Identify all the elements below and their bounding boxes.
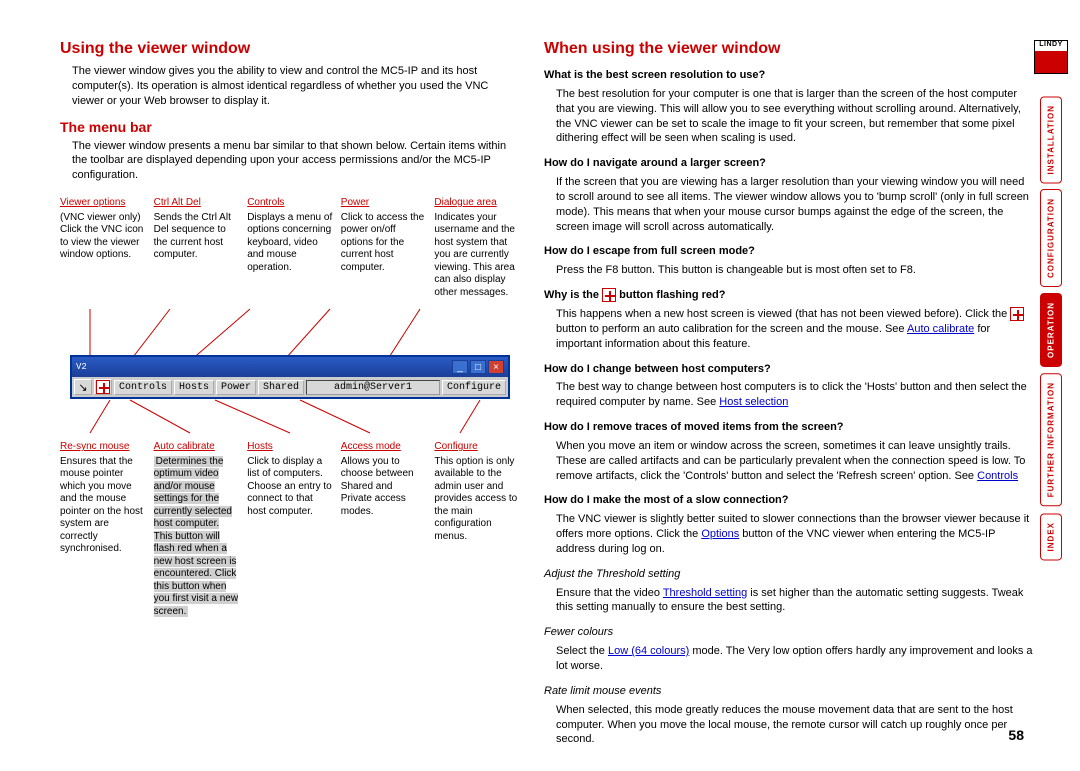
callout: Auto calibrateDetermines the optimum vid…: [154, 441, 240, 618]
close-icon[interactable]: ×: [488, 360, 504, 374]
vnc-icon: V2: [76, 362, 87, 372]
faq-question: How do I escape from full screen mode?: [544, 244, 1034, 259]
para-using: The viewer window gives you the ability …: [60, 64, 520, 109]
auto-calibrate-icon[interactable]: [94, 379, 112, 395]
faq-question: Why is the button flashing red?: [544, 288, 1034, 303]
resync-mouse-icon[interactable]: ↘: [74, 379, 92, 395]
callout-link[interactable]: Access mode: [341, 441, 427, 454]
sub-text: Select the Low (64 colours) mode. The Ve…: [544, 644, 1034, 674]
faq-question: How do I make the most of a slow connect…: [544, 493, 1034, 508]
faq-question: How do I navigate around a larger screen…: [544, 156, 1034, 171]
heading-using: Using the viewer window: [60, 40, 520, 58]
callouts-top: Viewer options(VNC viewer only) Click th…: [60, 197, 520, 299]
callout-link[interactable]: Auto calibrate: [154, 441, 240, 454]
callouts-bottom: Re-sync mouseEnsures that the mouse poin…: [60, 441, 520, 618]
sub-heading: Adjust the Threshold setting: [544, 567, 1034, 582]
faq-answer: This happens when a new host screen is v…: [544, 307, 1034, 352]
toolbar-row: ↘ Controls Hosts Power Shared admin@Serv…: [72, 377, 508, 397]
callout-link[interactable]: Viewer options: [60, 197, 146, 210]
callout: Ctrl Alt DelSends the Ctrl Alt Del seque…: [154, 197, 240, 299]
calibrate-icon: [1010, 307, 1024, 321]
callout: PowerClick to access the power on/off op…: [341, 197, 427, 299]
inline-link[interactable]: Options: [701, 528, 739, 540]
faq-answer: Press the F8 button. This button is chan…: [544, 263, 1034, 278]
inline-link[interactable]: Threshold setting: [663, 587, 747, 599]
calibrate-icon: [602, 288, 616, 302]
viewer-toolbar: V2 _ □ × ↘ Controls Hosts Power Shared a…: [70, 355, 510, 399]
toolbar-diagram: V2 _ □ × ↘ Controls Hosts Power Shared a…: [60, 305, 520, 435]
sub-text: When selected, this mode greatly reduces…: [544, 703, 1034, 748]
sub-text: Ensure that the video Threshold setting …: [544, 586, 1034, 616]
faq-answer: The best way to change between host comp…: [544, 380, 1034, 410]
callout: ConfigureThis option is only available t…: [434, 441, 520, 618]
nav-tab-operation[interactable]: OPERATION: [1040, 293, 1062, 367]
sidebar-nav: LINDY INSTALLATION CONFIGURATION OPERATION…: [1034, 40, 1068, 566]
callout: Re-sync mouseEnsures that the mouse poin…: [60, 441, 146, 618]
access-mode-button[interactable]: Shared: [258, 380, 304, 395]
callout: Access modeAllows you to choose between …: [341, 441, 427, 618]
power-button[interactable]: Power: [216, 380, 256, 395]
hosts-button[interactable]: Hosts: [174, 380, 214, 395]
callout: ControlsDisplays a menu of options conce…: [247, 197, 333, 299]
nav-tab-further-information[interactable]: FURTHER INFORMATION: [1040, 373, 1062, 506]
nav-tab-configuration[interactable]: CONFIGURATION: [1040, 189, 1062, 287]
callout-link[interactable]: Hosts: [247, 441, 333, 454]
inline-link[interactable]: Controls: [977, 470, 1018, 482]
sub-heading: Rate limit mouse events: [544, 684, 1034, 699]
heading-menubar: The menu bar: [60, 119, 520, 135]
callout-link[interactable]: Dialogue area: [434, 197, 520, 210]
maximize-icon[interactable]: □: [470, 360, 486, 374]
window-buttons: _ □ ×: [452, 360, 504, 374]
callout-link[interactable]: Ctrl Alt Del: [154, 197, 240, 210]
faq-question: How do I remove traces of moved items fr…: [544, 420, 1034, 435]
callout: HostsClick to display a list of computer…: [247, 441, 333, 618]
inline-link[interactable]: Low (64 colours): [608, 645, 689, 657]
faq-answer: When you move an item or window across t…: [544, 439, 1034, 484]
faq-answer: If the screen that you are viewing has a…: [544, 175, 1034, 234]
heading-when-using: When using the viewer window: [544, 40, 1034, 58]
sub-heading: Fewer colours: [544, 625, 1034, 640]
callout: Dialogue areaIndicates your username and…: [434, 197, 520, 299]
controls-button[interactable]: Controls: [114, 380, 172, 395]
callout-link[interactable]: Controls: [247, 197, 333, 210]
callout-link[interactable]: Re-sync mouse: [60, 441, 146, 454]
faq-answer: The VNC viewer is slightly better suited…: [544, 512, 1034, 557]
brand-logo: LINDY: [1034, 40, 1068, 74]
faq-answer: The best resolution for your computer is…: [544, 87, 1034, 146]
callout: Viewer options(VNC viewer only) Click th…: [60, 197, 146, 299]
callout-link[interactable]: Power: [341, 197, 427, 210]
minimize-icon[interactable]: _: [452, 360, 468, 374]
configure-button[interactable]: Configure: [442, 380, 506, 395]
callout-link[interactable]: Configure: [434, 441, 520, 454]
dialogue-area: admin@Server1: [306, 380, 440, 395]
nav-tab-index[interactable]: INDEX: [1040, 513, 1062, 560]
faq-question: How do I change between host computers?: [544, 362, 1034, 377]
window-titlebar: V2 _ □ ×: [72, 357, 508, 377]
page-number: 58: [1008, 727, 1024, 743]
faq-question: What is the best screen resolution to us…: [544, 68, 1034, 83]
nav-tab-installation[interactable]: INSTALLATION: [1040, 96, 1062, 183]
inline-link[interactable]: Host selection: [719, 396, 788, 408]
para-menubar: The viewer window presents a menu bar si…: [60, 139, 520, 184]
auto-calibrate-link[interactable]: Auto calibrate: [907, 323, 974, 335]
